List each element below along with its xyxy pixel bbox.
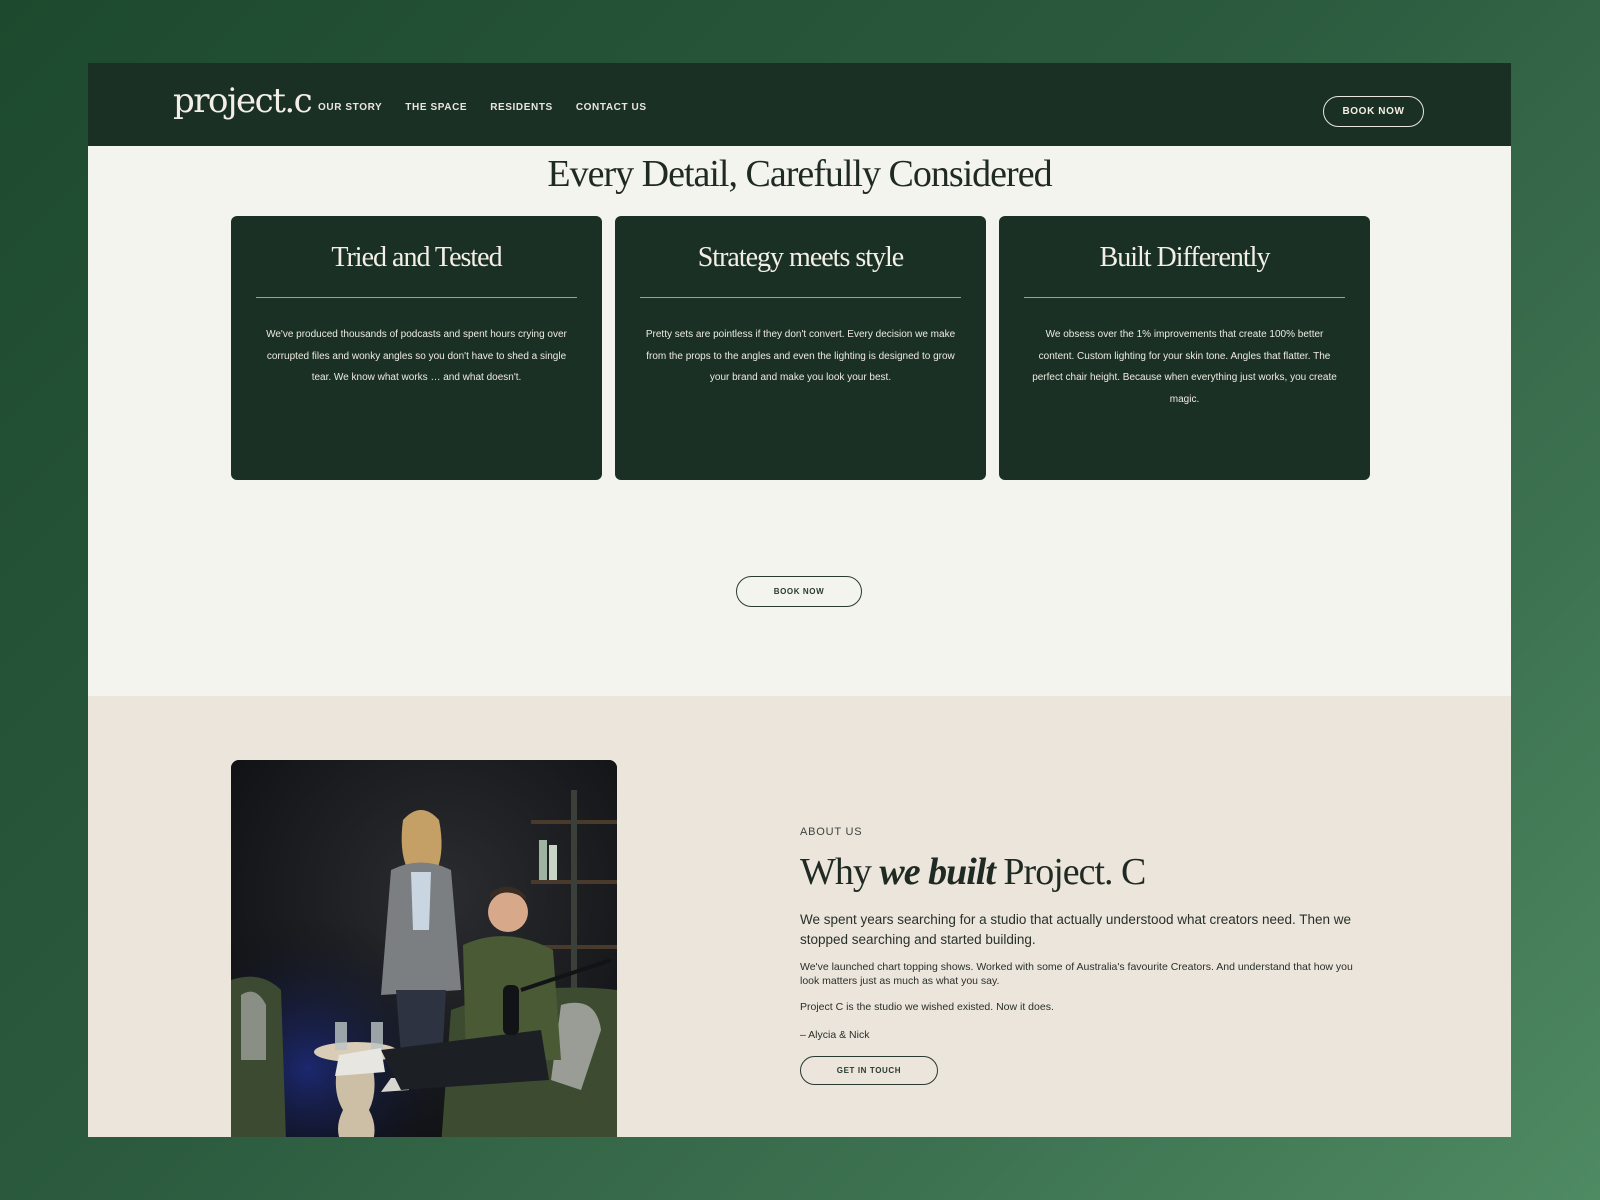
card-text: We've produced thousands of podcasts and… bbox=[266, 329, 567, 383]
card-divider bbox=[1024, 297, 1345, 298]
card-title: Built Differently bbox=[1099, 242, 1271, 273]
browser-window: project.c OUR STORY THE SPACE RESIDENTS … bbox=[88, 63, 1511, 1137]
nav-link-residents[interactable]: RESIDENTS bbox=[490, 102, 553, 113]
about-title: Why we built Project. C bbox=[800, 850, 1146, 894]
logo[interactable]: project.c bbox=[173, 81, 313, 121]
feature-card-tried-and-tested: Tried and Tested We've produced thousand… bbox=[231, 216, 602, 480]
card-divider bbox=[640, 297, 961, 298]
card-text: We obsess over the 1% improvements that … bbox=[1032, 329, 1337, 405]
about-lead: We spent years searching for a studio th… bbox=[800, 912, 1352, 947]
features-title: Every Detail, Carefully Considered bbox=[547, 153, 1052, 195]
about-section: ABOUT US Why we built Project. C We spen… bbox=[88, 696, 1511, 1137]
feature-cards: Tried and Tested We've produced thousand… bbox=[231, 216, 1370, 480]
about-title-emphasis: we built bbox=[879, 851, 996, 893]
about-title-pre: Why bbox=[800, 851, 880, 893]
get-in-touch-button[interactable]: GET IN TOUCH bbox=[800, 1056, 938, 1085]
features-section: Every Detail, Carefully Considered Tried… bbox=[88, 146, 1511, 696]
studio-photo-illustration bbox=[231, 760, 617, 1137]
card-title: Strategy meets style bbox=[697, 242, 905, 273]
about-paragraph-2: Project C is the studio we wished existe… bbox=[800, 1001, 1054, 1013]
nav-link-the-space[interactable]: THE SPACE bbox=[405, 102, 467, 113]
card-divider bbox=[256, 297, 577, 298]
about-signature: – Alycia & Nick bbox=[800, 1029, 870, 1041]
nav-link-contact-us[interactable]: CONTACT US bbox=[576, 102, 647, 113]
nav-book-now-button[interactable]: BOOK NOW bbox=[1323, 96, 1424, 127]
feature-card-built-differently: Built Differently We obsess over the 1% … bbox=[999, 216, 1370, 480]
nav-link-our-story[interactable]: OUR STORY bbox=[318, 102, 382, 113]
about-label: ABOUT US bbox=[800, 826, 863, 838]
about-title-post: Project. C bbox=[994, 851, 1146, 893]
features-book-now-button[interactable]: BOOK NOW bbox=[736, 576, 862, 607]
about-photo bbox=[231, 760, 617, 1137]
about-paragraph: We've launched chart topping shows. Work… bbox=[800, 961, 1353, 987]
card-text: Pretty sets are pointless if they don't … bbox=[645, 329, 956, 383]
nav-links: OUR STORY THE SPACE RESIDENTS CONTACT US bbox=[318, 102, 647, 113]
top-nav: project.c OUR STORY THE SPACE RESIDENTS … bbox=[88, 63, 1511, 146]
card-title: Tried and Tested bbox=[331, 242, 502, 273]
feature-card-strategy-meets-style: Strategy meets style Pretty sets are poi… bbox=[615, 216, 986, 480]
